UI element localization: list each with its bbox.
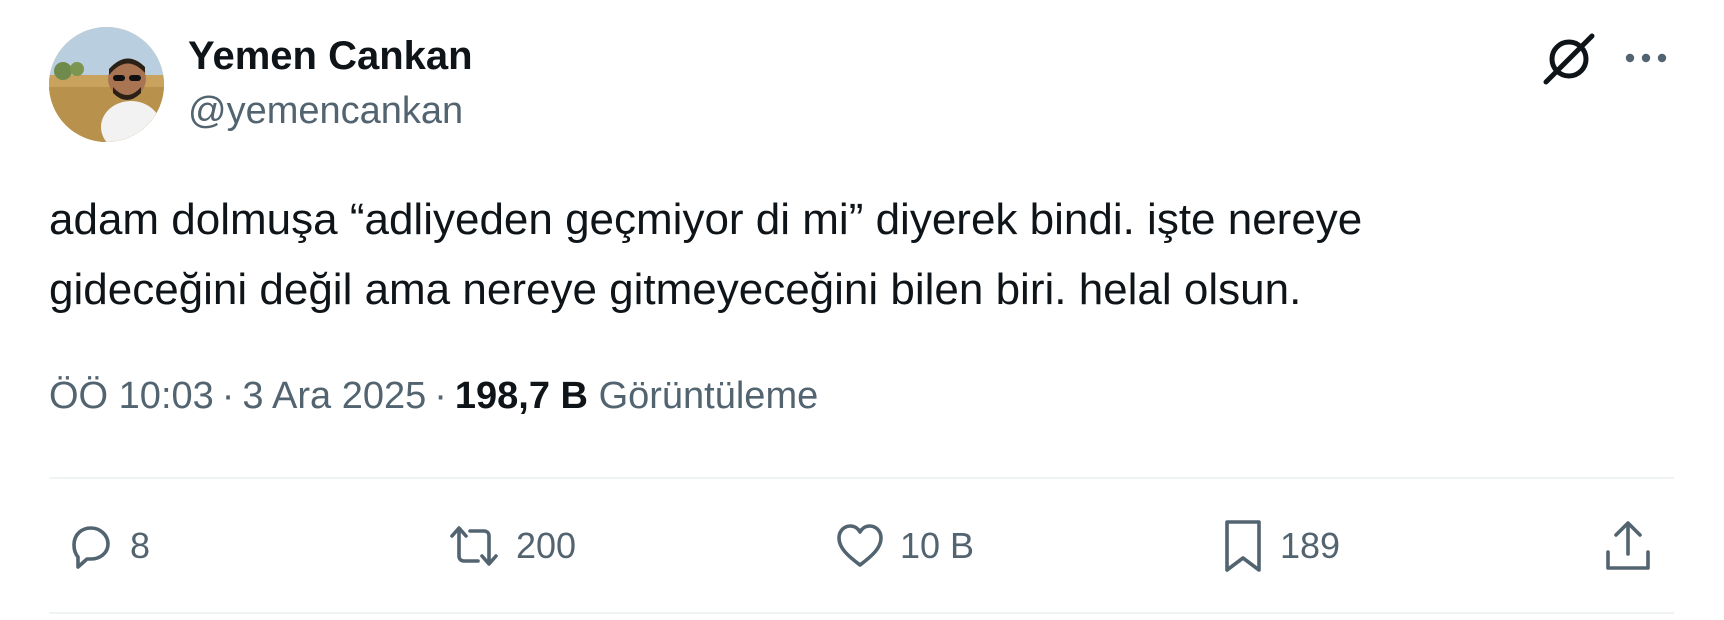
tweet-time[interactable]: ÖÖ 10:03 (49, 375, 214, 417)
views-label[interactable]: Görüntüleme (599, 375, 819, 417)
bookmark-icon (1225, 520, 1261, 572)
profile-photo-icon (49, 27, 164, 142)
heart-icon (837, 524, 883, 567)
share-button[interactable] (1600, 518, 1656, 574)
retweet-button[interactable]: 200 (444, 518, 576, 574)
tweet-text-line: adam dolmuşa “adliyeden geçmiyor di mi” … (49, 195, 1363, 244)
divider (49, 477, 1674, 479)
tweet-date[interactable]: 3 Ara 2025 (242, 375, 426, 417)
grok-icon[interactable] (1540, 30, 1598, 88)
retweet-icon (450, 526, 498, 566)
avatar[interactable] (49, 27, 164, 142)
author-display-name[interactable]: Yemen Cankan (188, 32, 473, 80)
tweet-card: Yemen Cankan @yemencankan adam dolmuşa “… (0, 0, 1724, 620)
bookmark-button[interactable]: 189 (1218, 518, 1340, 574)
share-icon (1606, 521, 1650, 570)
like-button[interactable]: 10 B (832, 518, 974, 574)
tweet-meta: ÖÖ 10:03 · 3 Ara 2025 · 198,7 B Görüntüleme (49, 372, 818, 420)
tweet-text: adam dolmuşa “adliyeden geçmiyor di mi” … (49, 185, 1649, 325)
author-handle[interactable]: @yemencankan (188, 88, 463, 134)
reply-count: 8 (130, 525, 151, 566)
meta-separator: · (221, 375, 235, 417)
meta-separator: · (434, 375, 447, 417)
reply-button[interactable]: 8 (62, 518, 150, 574)
views-count[interactable]: 198,7 B (455, 375, 588, 417)
divider (49, 612, 1674, 614)
like-count: 10 B (900, 525, 975, 566)
more-icon[interactable] (1620, 36, 1672, 80)
reply-icon (72, 526, 110, 569)
tweet-text-line: gideceğini değil ama nereye gitmeyeceğin… (49, 265, 1302, 314)
retweet-count: 200 (516, 525, 577, 566)
bookmark-count: 189 (1280, 525, 1341, 566)
